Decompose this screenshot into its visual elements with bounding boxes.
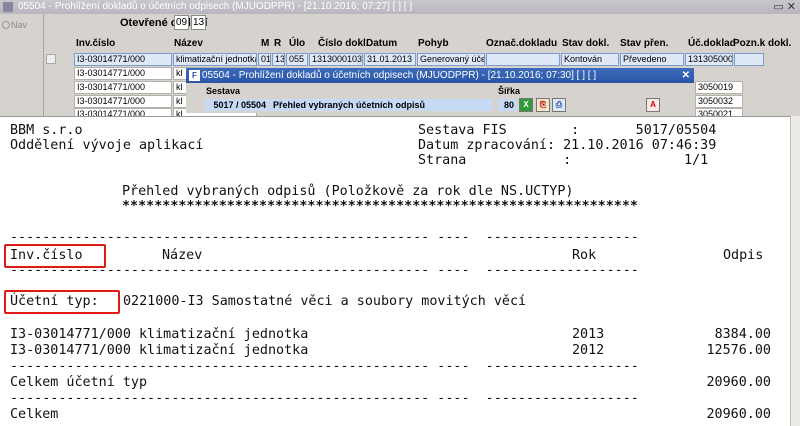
print-icon[interactable]: ⎙ (552, 98, 566, 112)
nav-radio-icon (2, 21, 10, 29)
dialog-title-bar[interactable]: F 05504 - Prohlížení dokladů o účetních … (186, 68, 694, 83)
department-name: Oddělení vývoje aplikací (10, 138, 204, 153)
cell-datum: 31.01.2013 (364, 53, 416, 66)
cell-ulo: 055 (286, 53, 308, 66)
col-header-cislo[interactable]: Číslo dokl. (318, 38, 369, 49)
nav-label: Nav (11, 20, 28, 30)
line-odpis: 8384.00 (714, 327, 771, 342)
cell-uc-doklad: 3050021 (695, 108, 743, 116)
cell-cislo: 1313000103 (309, 53, 363, 66)
sirka-field[interactable]: 80 (498, 99, 516, 111)
cell-r: 13 (272, 53, 285, 66)
close-icon[interactable]: ✕ (682, 68, 690, 83)
dialog-title: 05504 - Prohlížení dokladů o účetních od… (202, 70, 597, 81)
line-rok: 2013 (572, 327, 605, 342)
cell-inv: I3-03014771/000 (74, 108, 172, 116)
cell-inv: I3-03014771/000 (74, 81, 172, 94)
app-icon (3, 2, 13, 12)
line-nazev: klimatizační jednotka (139, 343, 309, 358)
col-header-m[interactable]: M (261, 38, 269, 49)
sestava-label: Sestava (206, 86, 241, 96)
col-header-nazev[interactable]: Název (174, 38, 203, 49)
column-header-odpis: Odpis (723, 248, 764, 263)
highlight-box-inv (4, 244, 106, 268)
background-window-title-bar: 05504 - Prohlížení dokladů o účetních od… (0, 0, 800, 14)
sestava-code-field[interactable]: 5017 / 05504 (205, 99, 269, 111)
col-header-datum[interactable]: Datum (366, 38, 397, 49)
cell-nazev: klimatizační jednotka (173, 53, 257, 66)
ucetni-typ-value: 0221000-I3 Samostatné věci a soubory mov… (123, 294, 527, 309)
company-name: BBM s.r.o (10, 123, 83, 138)
separator-line: ----------------------------------------… (10, 391, 639, 406)
sirka-label: Šířka (498, 86, 521, 96)
col-header-oznac[interactable]: Označ.dokladu (486, 38, 557, 49)
line-inv: I3-03014771/000 (10, 327, 131, 342)
cell-inv: I3-03014771/000 (74, 53, 172, 66)
fis-logo-icon: F (189, 70, 200, 81)
cell-stav: Kontován (561, 53, 619, 66)
dialog-toolbar: Sestava Šířka 5017 / 05504 Přehled vybra… (186, 83, 694, 113)
cell-inv: I3-03014771/000 (74, 67, 172, 80)
subtotal-label: Celkem účetní typ (10, 375, 148, 390)
col-header-pohyb[interactable]: Pohyb (418, 38, 449, 49)
strana-line: Strana : 1/1 (418, 153, 709, 168)
report-sheet: BBM s.r.o Oddělení vývoje aplikací Sesta… (0, 116, 790, 426)
column-header-rok: Rok (572, 248, 597, 263)
total-label: Celkem (10, 407, 59, 422)
cell-stav-pren: Převedeno (620, 53, 684, 66)
col-header-uc-doklad[interactable]: Úč.doklad (688, 38, 736, 49)
cell-oznac (486, 53, 560, 66)
restore-window-icon[interactable]: ▭ ✕ (773, 0, 796, 14)
line-nazev: klimatizační jednotka (139, 327, 309, 342)
cell-uc-doklad: 3050019 (695, 81, 743, 94)
separator-line: ----------------------------------------… (10, 359, 639, 374)
nav-button[interactable]: Nav (2, 20, 27, 30)
line-rok: 2012 (572, 343, 605, 358)
col-header-stav-pren[interactable]: Stav přen. (620, 38, 668, 49)
excel-export-icon[interactable]: X (519, 98, 533, 112)
cell-pozn (734, 53, 764, 66)
table-row[interactable]: I3-03014771/000 klimatizační jednotka 01… (74, 53, 764, 66)
total-value: 20960.00 (706, 407, 772, 422)
col-header-stav[interactable]: Stav dokl. (562, 38, 609, 49)
nav-panel: Nav (0, 14, 44, 124)
cell-uc-doklad: 3050032 (695, 95, 743, 108)
copy-icon[interactable]: ⎘ (536, 98, 550, 112)
column-header-nazev: Název (162, 248, 203, 263)
vertical-scrollbar[interactable] (790, 116, 800, 426)
report-heading: Přehled vybraných odpisů (Položkově za r… (122, 184, 574, 199)
sestava-name-field[interactable]: Přehled vybraných účetních odpisů (270, 99, 492, 111)
highlight-box-ucetni-typ (4, 290, 120, 314)
subtotal-value: 20960.00 (706, 375, 772, 390)
pdf-icon[interactable]: A (646, 98, 660, 112)
col-header-inv[interactable]: Inv.číslo (76, 38, 115, 49)
col-header-pozn[interactable]: Pozn.k dokl. (733, 38, 791, 49)
line-odpis: 12576.00 (706, 343, 772, 358)
heading-underline: ****************************************… (122, 199, 638, 214)
period-month-field[interactable]: 09 (174, 15, 189, 30)
background-window-title: 05504 - Prohlížení dokladů o účetních od… (18, 1, 413, 12)
cell-uc-doklad: 1313050003 (685, 53, 733, 66)
cell-inv: I3-03014771/000 (74, 95, 172, 108)
col-header-ulo[interactable]: Úlo (289, 38, 305, 49)
line-inv: I3-03014771/000 (10, 343, 131, 358)
row-selector-icon[interactable] (46, 54, 56, 64)
cell-pohyb: Generovaný účet (417, 53, 485, 66)
cell-m: 01 (258, 53, 271, 66)
col-header-r[interactable]: R (274, 38, 281, 49)
period-year-field[interactable]: 13 (191, 15, 206, 30)
sestava-line: Sestava FIS : 5017/05504 (418, 123, 717, 138)
datum-line: Datum zpracování: 21.10.2016 07:46:39 (418, 138, 717, 153)
